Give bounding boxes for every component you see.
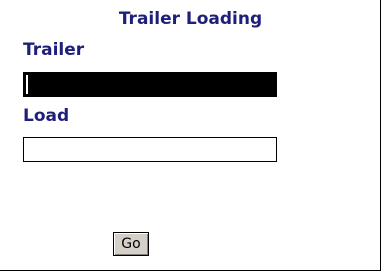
trailer-input[interactable] <box>23 72 277 97</box>
go-button[interactable]: Go <box>113 232 149 256</box>
trailer-label: Trailer <box>23 40 85 60</box>
load-label: Load <box>23 106 70 126</box>
trailer-loading-screen: Trailer Loading Trailer Load Go <box>0 0 381 271</box>
text-caret <box>26 75 28 94</box>
page-title: Trailer Loading <box>118 9 263 29</box>
load-input[interactable] <box>23 137 277 162</box>
